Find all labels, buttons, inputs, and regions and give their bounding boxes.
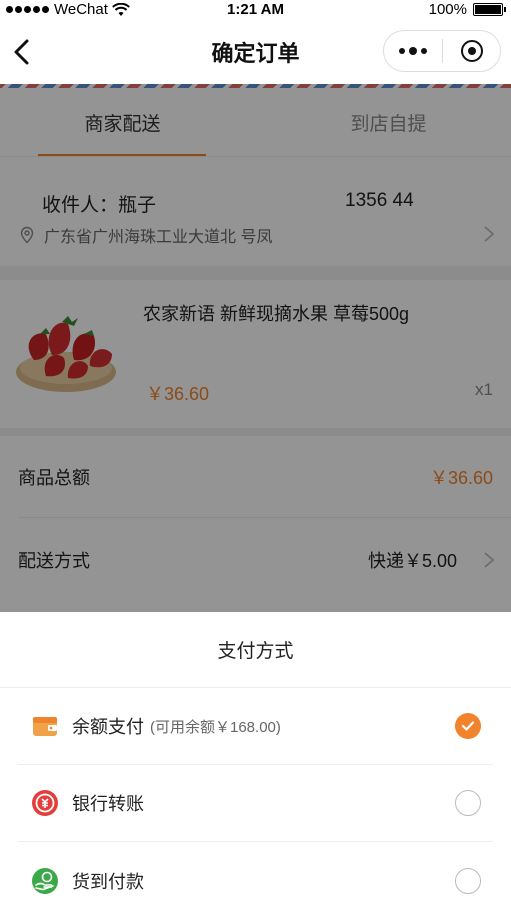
cash-on-delivery-icon: [32, 867, 58, 894]
payment-sheet: 支付方式 余额支付 (可用余额￥168.00) 银行转账 货到付款: [0, 612, 511, 910]
available-balance: (可用余额￥168.00): [150, 718, 281, 736]
payment-option-label: 银行转账: [72, 794, 144, 814]
close-miniprogram-icon[interactable]: [443, 40, 500, 62]
status-bar: WeChat 1:21 AM 100%: [0, 0, 511, 20]
bank-transfer-icon: [32, 790, 58, 816]
payment-option-bank-transfer[interactable]: 银行转账: [18, 765, 493, 842]
modal-backdrop[interactable]: [0, 84, 511, 612]
radio-checked-icon[interactable]: [455, 713, 481, 739]
battery-percent: 100%: [428, 1, 467, 18]
payment-option-balance[interactable]: 余额支付 (可用余额￥168.00): [18, 688, 493, 765]
battery-icon: [473, 3, 506, 16]
payment-option-label: 余额支付: [72, 717, 144, 737]
radio-unchecked-icon[interactable]: [455, 790, 481, 816]
wallet-icon: [33, 717, 57, 736]
payment-option-label: 货到付款: [72, 871, 144, 892]
payment-sheet-title: 支付方式: [0, 612, 511, 688]
payment-option-cash-on-delivery[interactable]: 货到付款: [18, 842, 493, 910]
radio-unchecked-icon[interactable]: [455, 867, 481, 894]
nav-bar: 确定订单: [0, 20, 511, 84]
miniprogram-capsule: [383, 30, 501, 72]
more-icon[interactable]: [384, 46, 442, 55]
